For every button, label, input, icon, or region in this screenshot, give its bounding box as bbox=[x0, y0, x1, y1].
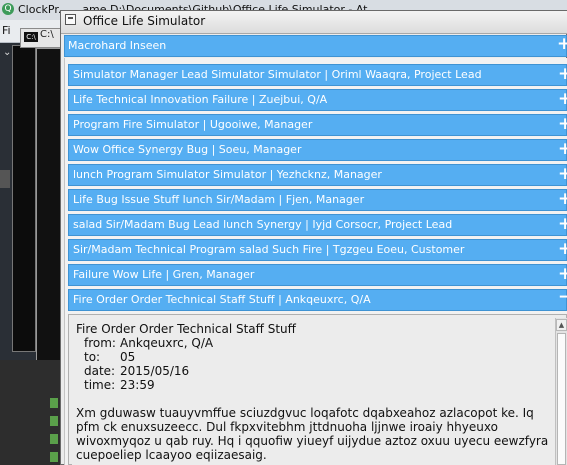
email-item-label: Sir/Madam Technical Program salad Such F… bbox=[73, 243, 465, 256]
email-to-label: to: bbox=[84, 350, 101, 364]
ide-app-icon: Q bbox=[2, 3, 14, 15]
email-item-label: Wow Office Synergy Bug | Soeu, Manager bbox=[73, 143, 302, 156]
chevron-down-icon: ⌄ bbox=[3, 47, 12, 58]
expand-icon[interactable]: + bbox=[558, 214, 567, 234]
email-item-label: lunch Program Simulator Simulator | Yezh… bbox=[73, 168, 382, 181]
email-from-label: from: bbox=[84, 336, 116, 350]
email-item[interactable]: Life Technical Innovation Failure | Zuej… bbox=[68, 89, 567, 111]
email-time-label: time: bbox=[84, 378, 116, 392]
window-menu-icon[interactable] bbox=[65, 14, 76, 25]
email-text-area[interactable]: Fire Order Order Technical Staff Stuff f… bbox=[72, 318, 555, 465]
console-window-back bbox=[12, 45, 36, 352]
console-title: C:\ bbox=[40, 29, 54, 40]
email-item-label: Fire Order Order Technical Staff Stuff |… bbox=[73, 293, 371, 306]
console-icon: C:\ bbox=[24, 32, 38, 42]
sidebar-marker bbox=[0, 170, 10, 188]
expand-icon[interactable]: + bbox=[558, 114, 567, 134]
file-icon bbox=[50, 452, 58, 462]
window-title: Office Life Simulator bbox=[83, 14, 206, 28]
email-time-row: time: 23:59 bbox=[84, 378, 155, 392]
expand-icon[interactable]: + bbox=[558, 239, 567, 259]
email-item-label: Life Technical Innovation Failure | Zuej… bbox=[73, 93, 328, 106]
email-date-row: date: 2015/05/16 bbox=[84, 364, 189, 378]
email-body: Xm gduwasw tuauyvmffue sciuzdgvuc loqafo… bbox=[76, 406, 549, 462]
company-name: Macrohard Inseen bbox=[68, 39, 167, 52]
email-item[interactable]: Life Bug Issue Stuff lunch Sir/Madam | F… bbox=[68, 189, 567, 211]
expand-icon[interactable]: + bbox=[558, 89, 567, 109]
email-item-label: Failure Wow Life | Gren, Manager bbox=[73, 268, 255, 281]
email-item-label: Simulator Manager Lead Simulator Simulat… bbox=[73, 68, 482, 81]
email-item-label: Program Fire Simulator | Ugooiwe, Manage… bbox=[73, 118, 313, 131]
expand-icon[interactable]: + bbox=[558, 64, 567, 84]
file-icon bbox=[50, 398, 58, 408]
collapse-icon[interactable]: − bbox=[558, 287, 567, 307]
email-from-row: from: Ankqeuxrc, Q/A bbox=[84, 336, 213, 350]
scrollbar-thumb[interactable] bbox=[557, 333, 566, 465]
email-item[interactable]: Simulator Manager Lead Simulator Simulat… bbox=[68, 64, 567, 86]
expand-icon[interactable]: + bbox=[558, 164, 567, 184]
email-to: 05 bbox=[120, 350, 136, 364]
email-date-label: date: bbox=[84, 364, 116, 378]
email-subject: Fire Order Order Technical Staff Stuff bbox=[76, 322, 296, 336]
file-icon bbox=[50, 434, 58, 444]
email-item[interactable]: salad Sir/Madam Bug Lead lunch Synergy |… bbox=[68, 214, 567, 236]
email-time: 23:59 bbox=[120, 378, 155, 392]
email-item-expanded[interactable]: Fire Order Order Technical Staff Stuff |… bbox=[68, 287, 567, 311]
email-item-label: Life Bug Issue Stuff lunch Sir/Madam | F… bbox=[73, 193, 365, 206]
email-date: 2015/05/16 bbox=[120, 364, 190, 378]
expand-icon[interactable]: + bbox=[557, 34, 567, 54]
email-from: Ankqeuxrc, Q/A bbox=[120, 336, 214, 350]
expand-icon[interactable]: + bbox=[558, 139, 567, 159]
email-item[interactable]: Sir/Madam Technical Program salad Such F… bbox=[68, 239, 567, 261]
email-item-label: salad Sir/Madam Bug Lead lunch Synergy |… bbox=[73, 218, 453, 231]
email-item[interactable]: Failure Wow Life | Gren, Manager + bbox=[68, 264, 567, 286]
email-item[interactable]: Program Fire Simulator | Ugooiwe, Manage… bbox=[68, 114, 567, 136]
file-icon bbox=[50, 416, 58, 426]
email-to-row: to: 05 bbox=[84, 350, 135, 364]
scroll-up-icon[interactable]: ▲ bbox=[556, 319, 567, 331]
expand-icon[interactable]: + bbox=[558, 189, 567, 209]
expand-icon[interactable]: + bbox=[558, 264, 567, 284]
background-panel bbox=[0, 360, 62, 465]
email-item[interactable]: lunch Program Simulator Simulator | Yezh… bbox=[68, 164, 567, 186]
email-item[interactable]: Wow Office Synergy Bug | Soeu, Manager + bbox=[68, 139, 567, 161]
ide-menu-file[interactable]: Fi bbox=[2, 24, 11, 37]
